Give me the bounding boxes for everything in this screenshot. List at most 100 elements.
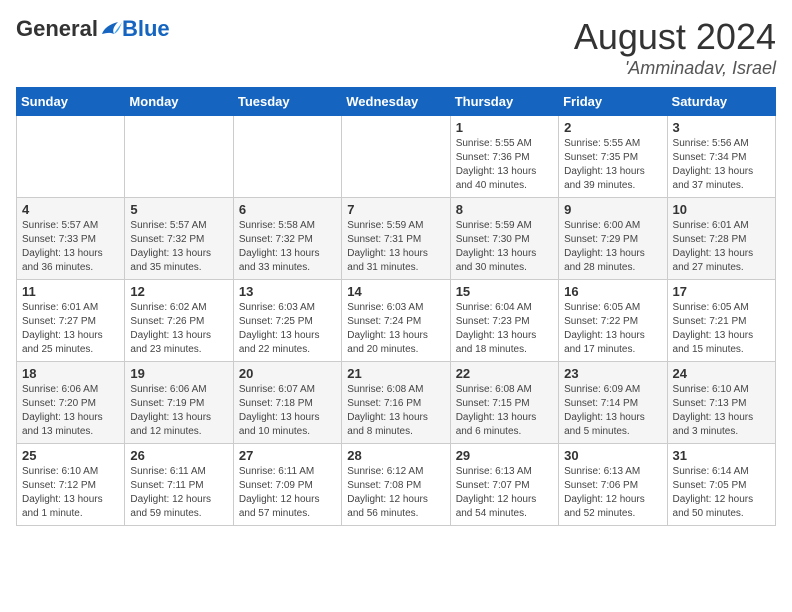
day-number: 22 <box>456 366 553 381</box>
day-info: Sunrise: 5:59 AM Sunset: 7:30 PM Dayligh… <box>456 219 553 275</box>
logo-bird-icon <box>100 20 122 38</box>
day-number: 29 <box>456 448 553 463</box>
day-number: 12 <box>130 284 227 299</box>
calendar-cell: 31Sunrise: 6:14 AM Sunset: 7:05 PM Dayli… <box>667 444 775 526</box>
day-info: Sunrise: 5:56 AM Sunset: 7:34 PM Dayligh… <box>673 137 770 193</box>
day-number: 27 <box>239 448 336 463</box>
calendar-cell: 12Sunrise: 6:02 AM Sunset: 7:26 PM Dayli… <box>125 280 233 362</box>
calendar-header-row: SundayMondayTuesdayWednesdayThursdayFrid… <box>17 88 776 116</box>
calendar-cell: 30 Sunrise: 6:13 AM Sunset: 7:06 PM Dayli… <box>559 444 667 526</box>
calendar-cell: 2Sunrise: 5:55 AM Sunset: 7:35 PM Daylig… <box>559 116 667 198</box>
calendar-cell <box>342 116 450 198</box>
day-info: Sunrise: 6:05 AM Sunset: 7:22 PM Dayligh… <box>564 301 661 357</box>
calendar-cell: 20 Sunrise: 6:07 AM Sunset: 7:18 PM Dayli… <box>233 362 341 444</box>
day-number: 4 <box>22 202 119 217</box>
day-header-sunday: Sunday <box>17 88 125 116</box>
calendar-cell: 11 Sunrise: 6:01 AM Sunset: 7:27 PM Dayli… <box>17 280 125 362</box>
logo: General Blue <box>16 16 170 42</box>
week-row-1: 1Sunrise: 5:55 AM Sunset: 7:36 PM Daylig… <box>17 116 776 198</box>
day-header-monday: Monday <box>125 88 233 116</box>
calendar-cell: 17 Sunrise: 6:05 AM Sunset: 7:21 PM Dayli… <box>667 280 775 362</box>
day-info: Sunrise: 6:14 AM Sunset: 7:05 PM Dayligh… <box>673 465 770 521</box>
day-info: Sunrise: 6:12 AM Sunset: 7:08 PM Dayligh… <box>347 465 444 521</box>
day-info: Sunrise: 6:06 AM Sunset: 7:20 PM Dayligh… <box>22 383 119 439</box>
logo-blue: Blue <box>122 16 170 42</box>
day-number: 14 <box>347 284 444 299</box>
week-row-2: 4Sunrise: 5:57 AM Sunset: 7:33 PM Daylig… <box>17 198 776 280</box>
day-info: Sunrise: 6:10 AM Sunset: 7:13 PM Dayligh… <box>673 383 770 439</box>
calendar-cell <box>233 116 341 198</box>
day-number: 9 <box>564 202 661 217</box>
day-number: 6 <box>239 202 336 217</box>
calendar-cell: 8Sunrise: 5:59 AM Sunset: 7:30 PM Daylig… <box>450 198 558 280</box>
location: 'Amminadav, Israel <box>574 58 776 79</box>
page-header: General Blue August 2024 'Amminadav, Isr… <box>16 16 776 79</box>
day-info: Sunrise: 6:07 AM Sunset: 7:18 PM Dayligh… <box>239 383 336 439</box>
logo-general: General <box>16 16 98 42</box>
day-header-saturday: Saturday <box>667 88 775 116</box>
day-number: 19 <box>130 366 227 381</box>
day-number: 28 <box>347 448 444 463</box>
day-number: 7 <box>347 202 444 217</box>
calendar-cell: 9 Sunrise: 6:00 AM Sunset: 7:29 PM Daylig… <box>559 198 667 280</box>
calendar-cell: 22 Sunrise: 6:08 AM Sunset: 7:15 PM Dayli… <box>450 362 558 444</box>
day-number: 10 <box>673 202 770 217</box>
day-number: 20 <box>239 366 336 381</box>
day-number: 30 <box>564 448 661 463</box>
day-info: Sunrise: 6:11 AM Sunset: 7:09 PM Dayligh… <box>239 465 336 521</box>
day-info: Sunrise: 6:01 AM Sunset: 7:28 PM Dayligh… <box>673 219 770 275</box>
calendar-cell: 10 Sunrise: 6:01 AM Sunset: 7:28 PM Dayli… <box>667 198 775 280</box>
day-number: 26 <box>130 448 227 463</box>
day-number: 21 <box>347 366 444 381</box>
calendar-cell: 3 Sunrise: 5:56 AM Sunset: 7:34 PM Daylig… <box>667 116 775 198</box>
day-number: 5 <box>130 202 227 217</box>
calendar-cell: 28 Sunrise: 6:12 AM Sunset: 7:08 PM Dayli… <box>342 444 450 526</box>
week-row-3: 11 Sunrise: 6:01 AM Sunset: 7:27 PM Dayli… <box>17 280 776 362</box>
day-info: Sunrise: 5:57 AM Sunset: 7:32 PM Dayligh… <box>130 219 227 275</box>
calendar-cell <box>125 116 233 198</box>
day-number: 3 <box>673 120 770 135</box>
calendar-cell: 24 Sunrise: 6:10 AM Sunset: 7:13 PM Dayli… <box>667 362 775 444</box>
day-header-thursday: Thursday <box>450 88 558 116</box>
calendar-cell: 21 Sunrise: 6:08 AM Sunset: 7:16 PM Dayli… <box>342 362 450 444</box>
calendar-cell: 27 Sunrise: 6:11 AM Sunset: 7:09 PM Dayli… <box>233 444 341 526</box>
calendar-cell: 23 Sunrise: 6:09 AM Sunset: 7:14 PM Dayli… <box>559 362 667 444</box>
day-info: Sunrise: 6:03 AM Sunset: 7:25 PM Dayligh… <box>239 301 336 357</box>
day-info: Sunrise: 6:00 AM Sunset: 7:29 PM Dayligh… <box>564 219 661 275</box>
day-info: Sunrise: 6:09 AM Sunset: 7:14 PM Dayligh… <box>564 383 661 439</box>
day-info: Sunrise: 6:05 AM Sunset: 7:21 PM Dayligh… <box>673 301 770 357</box>
day-header-wednesday: Wednesday <box>342 88 450 116</box>
day-number: 11 <box>22 284 119 299</box>
calendar-cell <box>17 116 125 198</box>
week-row-5: 25 Sunrise: 6:10 AM Sunset: 7:12 PM Dayli… <box>17 444 776 526</box>
day-info: Sunrise: 6:03 AM Sunset: 7:24 PM Dayligh… <box>347 301 444 357</box>
calendar-cell: 29 Sunrise: 6:13 AM Sunset: 7:07 PM Dayli… <box>450 444 558 526</box>
calendar-cell: 13Sunrise: 6:03 AM Sunset: 7:25 PM Dayli… <box>233 280 341 362</box>
day-number: 18 <box>22 366 119 381</box>
day-number: 1 <box>456 120 553 135</box>
day-info: Sunrise: 6:01 AM Sunset: 7:27 PM Dayligh… <box>22 301 119 357</box>
day-number: 17 <box>673 284 770 299</box>
day-number: 15 <box>456 284 553 299</box>
day-info: Sunrise: 5:55 AM Sunset: 7:35 PM Dayligh… <box>564 137 661 193</box>
day-info: Sunrise: 6:10 AM Sunset: 7:12 PM Dayligh… <box>22 465 119 521</box>
week-row-4: 18 Sunrise: 6:06 AM Sunset: 7:20 PM Dayli… <box>17 362 776 444</box>
day-info: Sunrise: 6:13 AM Sunset: 7:07 PM Dayligh… <box>456 465 553 521</box>
title-block: August 2024 'Amminadav, Israel <box>574 16 776 79</box>
calendar-cell: 5 Sunrise: 5:57 AM Sunset: 7:32 PM Daylig… <box>125 198 233 280</box>
day-info: Sunrise: 6:11 AM Sunset: 7:11 PM Dayligh… <box>130 465 227 521</box>
day-info: Sunrise: 6:08 AM Sunset: 7:15 PM Dayligh… <box>456 383 553 439</box>
day-header-friday: Friday <box>559 88 667 116</box>
day-info: Sunrise: 6:06 AM Sunset: 7:19 PM Dayligh… <box>130 383 227 439</box>
calendar-cell: 7Sunrise: 5:59 AM Sunset: 7:31 PM Daylig… <box>342 198 450 280</box>
calendar-cell: 16 Sunrise: 6:05 AM Sunset: 7:22 PM Dayli… <box>559 280 667 362</box>
day-number: 24 <box>673 366 770 381</box>
calendar-table: SundayMondayTuesdayWednesdayThursdayFrid… <box>16 87 776 526</box>
calendar-cell: 14 Sunrise: 6:03 AM Sunset: 7:24 PM Dayli… <box>342 280 450 362</box>
day-number: 23 <box>564 366 661 381</box>
day-info: Sunrise: 6:13 AM Sunset: 7:06 PM Dayligh… <box>564 465 661 521</box>
day-number: 16 <box>564 284 661 299</box>
day-number: 25 <box>22 448 119 463</box>
calendar-cell: 4Sunrise: 5:57 AM Sunset: 7:33 PM Daylig… <box>17 198 125 280</box>
day-info: Sunrise: 6:08 AM Sunset: 7:16 PM Dayligh… <box>347 383 444 439</box>
